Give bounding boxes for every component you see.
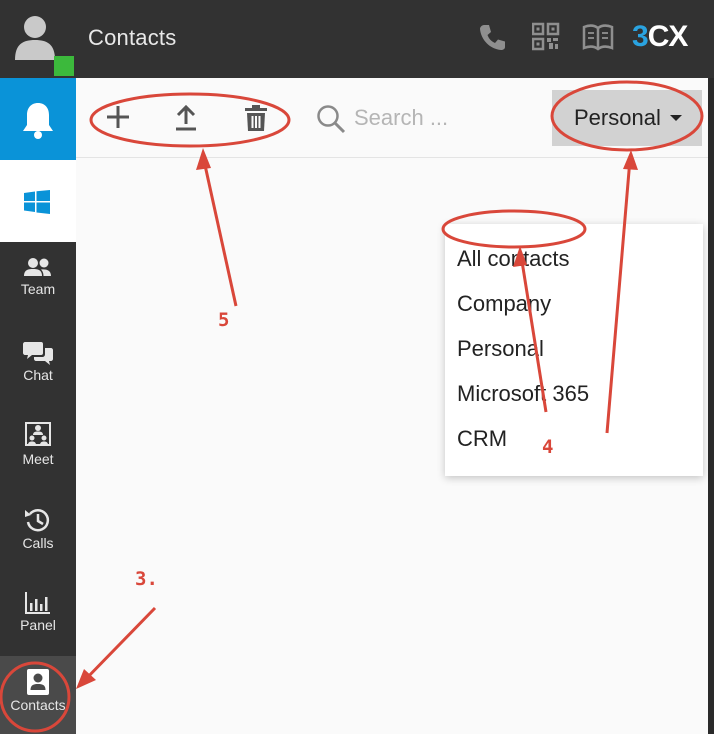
dropdown-selected-value: Personal	[574, 105, 661, 130]
page-title: Contacts	[88, 25, 177, 50]
meet-icon	[25, 422, 51, 446]
menu-item-personal[interactable]: Personal	[445, 328, 703, 373]
add-icon[interactable]	[105, 104, 131, 130]
user-icon	[15, 16, 55, 60]
menu-item-all-contacts[interactable]: All contacts	[445, 238, 703, 283]
contacts-content: Personal All contacts Company Personal M…	[76, 78, 708, 734]
user-avatar[interactable]	[0, 0, 76, 78]
sidebar-item-chat[interactable]: Chat	[0, 340, 76, 422]
phone-icon[interactable]	[478, 22, 506, 52]
chat-icon	[23, 342, 53, 365]
annotation-label-3: 3.	[135, 568, 158, 590]
sidebar-item-notifications[interactable]	[0, 78, 76, 160]
contact-source-menu: All contacts Company Personal Microsoft …	[445, 224, 703, 476]
annotation-label-4: 4	[542, 436, 554, 458]
app-window: Contacts 3CX Team Chat Meet Calls Panel …	[0, 0, 714, 734]
sidebar-item-team[interactable]: Team	[0, 256, 76, 338]
contacts-toolbar: Personal	[76, 78, 708, 158]
sidebar-item-calls[interactable]: Calls	[0, 506, 76, 588]
sidebar-item-contacts[interactable]: Contacts	[0, 656, 76, 734]
contact-source-dropdown[interactable]: Personal	[552, 90, 702, 146]
sidebar-item-label: Calls	[22, 535, 54, 551]
book-icon[interactable]	[582, 22, 614, 52]
presence-status	[54, 56, 74, 76]
panel-chart-icon	[25, 592, 50, 614]
sidebar-item-label: Panel	[20, 617, 56, 633]
qr-code-icon[interactable]	[532, 22, 560, 52]
contacts-icon	[27, 669, 49, 695]
calls-history-icon	[25, 509, 50, 532]
menu-item-company[interactable]: Company	[445, 283, 703, 328]
sidebar-item-label: Chat	[23, 367, 53, 383]
search-input[interactable]	[354, 102, 544, 134]
sidebar-item-label: Contacts	[10, 697, 66, 713]
sidebar-item-meet[interactable]: Meet	[0, 420, 76, 502]
caret-down-icon	[670, 115, 682, 121]
menu-item-microsoft-365[interactable]: Microsoft 365	[445, 373, 703, 418]
upload-icon[interactable]	[174, 104, 198, 132]
top-bar: Contacts 3CX	[0, 0, 714, 78]
sidebar-item-label: Team	[20, 281, 56, 297]
bell-icon	[23, 103, 53, 139]
window-edge	[708, 78, 714, 734]
sidebar-item-windows[interactable]	[0, 160, 76, 242]
sidebar: Team Chat Meet Calls Panel Contacts	[0, 78, 76, 734]
search-icon	[317, 105, 346, 134]
team-icon	[24, 258, 51, 276]
annotation-label-5: 5	[218, 309, 230, 331]
trash-icon[interactable]	[244, 104, 268, 132]
windows-icon	[24, 190, 50, 214]
menu-item-crm[interactable]: CRM	[445, 418, 703, 463]
sidebar-item-label: Meet	[22, 451, 54, 467]
3cx-logo: 3CX	[632, 20, 688, 53]
